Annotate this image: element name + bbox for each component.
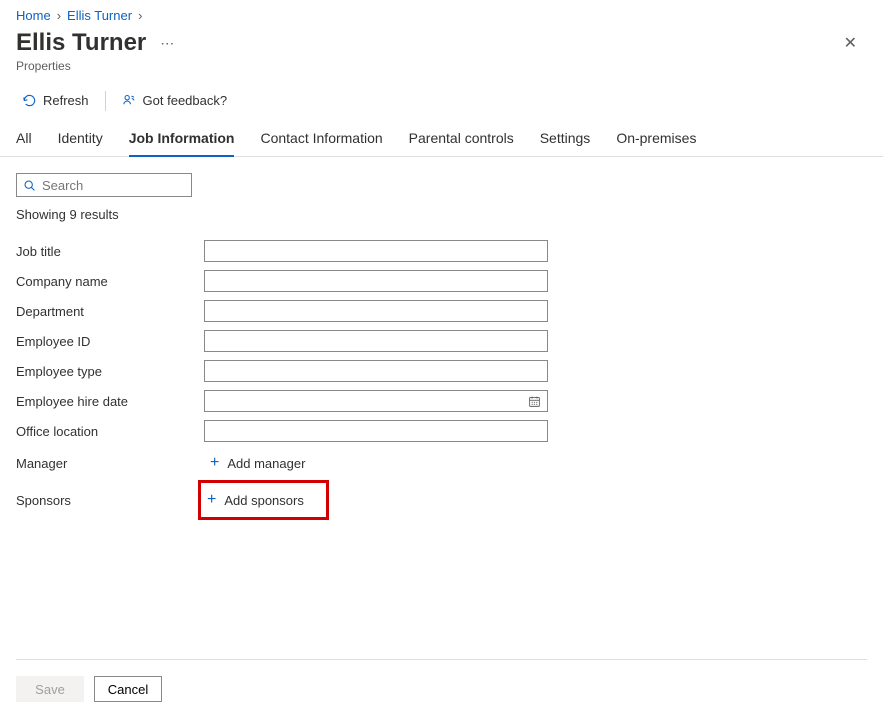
breadcrumb-current[interactable]: Ellis Turner xyxy=(67,8,132,23)
tab-contact-information[interactable]: Contact Information xyxy=(260,122,382,156)
highlight-callout: + Add sponsors xyxy=(198,480,329,520)
tab-job-information[interactable]: Job Information xyxy=(129,122,235,156)
chevron-right-icon: › xyxy=(138,8,142,23)
add-manager-button[interactable]: + Add manager xyxy=(204,449,313,477)
search-box[interactable] xyxy=(16,173,192,197)
label-job-title: Job title xyxy=(16,244,204,259)
footer-separator xyxy=(16,659,867,660)
add-sponsors-button[interactable]: + Add sponsors xyxy=(201,486,312,514)
input-office-location[interactable] xyxy=(204,420,548,442)
tab-parental-controls[interactable]: Parental controls xyxy=(409,122,514,156)
search-icon xyxy=(23,179,36,192)
plus-icon: + xyxy=(207,492,216,508)
input-job-title[interactable] xyxy=(204,240,548,262)
tab-all[interactable]: All xyxy=(16,122,32,156)
label-employee-id: Employee ID xyxy=(16,334,204,349)
more-actions-button[interactable]: ⋯ xyxy=(156,31,178,56)
tab-on-premises[interactable]: On-premises xyxy=(616,122,696,156)
page-subtitle: Properties xyxy=(16,59,178,73)
breadcrumb-home[interactable]: Home xyxy=(16,8,51,23)
feedback-icon xyxy=(122,93,137,108)
breadcrumb: Home › Ellis Turner › xyxy=(16,8,867,23)
separator xyxy=(105,91,106,111)
plus-icon: + xyxy=(210,455,219,471)
feedback-button[interactable]: Got feedback? xyxy=(116,89,234,112)
label-sponsors: Sponsors xyxy=(16,493,204,508)
command-bar: Refresh Got feedback? xyxy=(16,89,867,112)
save-button: Save xyxy=(16,676,84,702)
input-employee-hire-date[interactable] xyxy=(204,390,548,412)
input-employee-id[interactable] xyxy=(204,330,548,352)
results-count: Showing 9 results xyxy=(16,207,867,222)
page-title: Ellis Turner xyxy=(16,29,146,57)
refresh-button[interactable]: Refresh xyxy=(16,89,95,112)
label-employee-hire-date: Employee hire date xyxy=(16,394,204,409)
add-manager-label: Add manager xyxy=(227,456,305,471)
input-company-name[interactable] xyxy=(204,270,548,292)
add-sponsors-label: Add sponsors xyxy=(224,493,304,508)
close-button[interactable]: ✕ xyxy=(838,29,863,57)
input-department[interactable] xyxy=(204,300,548,322)
label-employee-type: Employee type xyxy=(16,364,204,379)
chevron-right-icon: › xyxy=(57,8,61,23)
refresh-label: Refresh xyxy=(43,93,89,108)
refresh-icon xyxy=(22,93,37,108)
label-company-name: Company name xyxy=(16,274,204,289)
calendar-icon xyxy=(528,395,541,408)
input-employee-type[interactable] xyxy=(204,360,548,382)
tab-settings[interactable]: Settings xyxy=(540,122,591,156)
feedback-label: Got feedback? xyxy=(143,93,228,108)
label-department: Department xyxy=(16,304,204,319)
tabs: All Identity Job Information Contact Inf… xyxy=(16,122,867,156)
cancel-button[interactable]: Cancel xyxy=(94,676,162,702)
search-input[interactable] xyxy=(42,178,218,193)
tab-identity[interactable]: Identity xyxy=(58,122,103,156)
label-office-location: Office location xyxy=(16,424,204,439)
label-manager: Manager xyxy=(16,456,204,471)
